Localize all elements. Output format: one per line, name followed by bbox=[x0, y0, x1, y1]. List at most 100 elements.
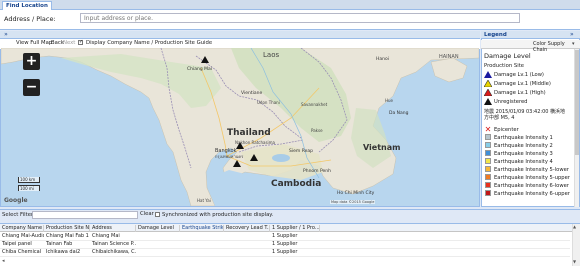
table-cell: Chiang Mai-Audio bbox=[2, 233, 44, 239]
scroll-up-icon[interactable]: ▲ bbox=[573, 224, 576, 229]
map-label-vientiane: Vientiane bbox=[241, 90, 262, 96]
epicenter-cross-icon: ✕ bbox=[484, 125, 492, 134]
table-cell: Chiba Chemical bbox=[2, 249, 42, 255]
table-cell: Ichikawa dai2 bbox=[46, 249, 81, 255]
table-cell: 1 Supplier bbox=[272, 241, 298, 247]
scroll-down-icon[interactable]: ▼ bbox=[573, 259, 576, 264]
filter-input[interactable] bbox=[32, 211, 138, 219]
zoom-out-button[interactable]: − bbox=[23, 79, 40, 96]
table-row[interactable]: Chiba Chemical Ichikawa dai2 Chibaichika… bbox=[0, 249, 570, 257]
next-button[interactable]: Next bbox=[63, 40, 75, 46]
map-label-hat-yai: Hat Yai bbox=[197, 198, 211, 203]
table-row[interactable]: Taipei panel Tainan Fab Tainan Science P… bbox=[0, 241, 570, 249]
legend-item-label: Earthquake Intensity 4 bbox=[494, 159, 553, 165]
legend-item-label: Unregistered bbox=[494, 99, 528, 105]
google-logo: Google bbox=[4, 197, 28, 204]
intensity-swatch bbox=[485, 174, 491, 180]
legend-item-label: Damage Lv.1 (Middle) bbox=[494, 81, 551, 87]
legend-item-label: Damage Lv.1 (High) bbox=[494, 90, 546, 96]
legend-item-label: Epicenter bbox=[494, 127, 519, 133]
sync-label: Synchronized with production site displa… bbox=[162, 212, 274, 218]
column-header-address[interactable]: Address bbox=[90, 225, 136, 232]
column-header-damage[interactable]: Damage Level bbox=[136, 225, 180, 232]
column-header-earthquake[interactable]: Earthquake Strike... bbox=[180, 225, 224, 232]
map-label-ho-chi-minh: Ho Chi Minh City bbox=[337, 190, 375, 196]
map-label-savannakhet: Savannakhet bbox=[301, 102, 328, 107]
table-cell: 1 Supplier bbox=[272, 233, 298, 239]
triangle-black-icon bbox=[484, 98, 492, 105]
legend-item-label: Earthquake Intensity 5-lower bbox=[494, 167, 569, 173]
legend-production-site-label: Production Site bbox=[484, 63, 525, 69]
intensity-swatch bbox=[485, 134, 491, 140]
intensity-swatch bbox=[485, 150, 491, 156]
triangle-red-icon bbox=[484, 89, 492, 96]
map-label-udon-thani: Udon Thani bbox=[257, 100, 280, 105]
intensity-swatch bbox=[485, 142, 491, 148]
chevron-down-icon[interactable]: ▾ bbox=[572, 41, 575, 47]
table-cell: Taipei panel bbox=[2, 241, 32, 247]
tab-find-location[interactable]: Find Location bbox=[2, 1, 52, 10]
legend-item-label: Earthquake Intensity 2 bbox=[494, 143, 553, 149]
sync-checkbox[interactable] bbox=[155, 212, 160, 217]
map-label-hue: Hue bbox=[385, 98, 394, 103]
map-canvas[interactable]: Laos Thailand Cambodia Vietnam HAINAN Ha… bbox=[1, 48, 479, 206]
select-filter-text: Select Filter bbox=[2, 212, 34, 218]
table-cell: Chiang Mai bbox=[92, 233, 120, 239]
table-cell: Chibaichikawa, C... bbox=[92, 249, 136, 255]
table-cell: Tainan Fab bbox=[46, 241, 73, 247]
map-label-pakse: Pakse bbox=[311, 128, 323, 133]
map-label-vietnam: Vietnam bbox=[363, 143, 400, 152]
legend-event-text: 地震 2015/01/09 03:42:00 横浜地方中部 M5, 4 bbox=[484, 109, 566, 121]
map-panel-header bbox=[0, 31, 480, 39]
address-label: Address / Place: bbox=[4, 15, 56, 23]
column-header-supplier[interactable]: 1 Supplier / 1 Pro... bbox=[270, 225, 320, 232]
map-label-siem-reap: Siem Reap bbox=[289, 148, 313, 154]
intensity-swatch bbox=[485, 190, 491, 196]
legend-item-label: Earthquake Intensity 1 bbox=[494, 135, 553, 141]
legend-item-label: Earthquake Intensity 6-lower bbox=[494, 183, 569, 189]
map-label-chiang-mai: Chiang Mai bbox=[187, 66, 212, 72]
map-svg: Laos Thailand Cambodia Vietnam HAINAN Ha… bbox=[1, 48, 479, 206]
column-header-company[interactable]: Company Name bbox=[0, 225, 44, 232]
scale-bar-km: 100 km bbox=[18, 177, 40, 183]
table-row[interactable]: Chiang Mai-Audio Chiang Mai Fab 1 Chiang… bbox=[0, 233, 570, 241]
column-header-site[interactable]: Production Site N... bbox=[44, 225, 90, 232]
table-cell: Chiang Mai Fab 1 bbox=[46, 233, 89, 239]
zoom-in-button[interactable]: + bbox=[23, 53, 40, 70]
display-company-label: Display Company Name / Production Site G… bbox=[86, 40, 213, 46]
clear-button[interactable]: Clear bbox=[140, 211, 154, 217]
display-company-checkbox[interactable] bbox=[78, 39, 83, 45]
tonle-sap-lake bbox=[272, 154, 290, 162]
legend-heading: Damage Level bbox=[484, 52, 531, 60]
intensity-swatch bbox=[485, 158, 491, 164]
legend-item-label: Damage Lv.1 (Low) bbox=[494, 72, 544, 78]
back-button[interactable]: Back bbox=[51, 40, 64, 46]
legend-scrollbar-thumb[interactable] bbox=[575, 50, 579, 155]
chevron-left-icon[interactable]: ◂ bbox=[2, 258, 5, 264]
map-attribution: Map data ©2015 Google bbox=[330, 200, 376, 204]
table-cell: 1 Supplier bbox=[272, 249, 298, 255]
triangle-blue-icon bbox=[484, 71, 492, 78]
map-label-cambodia: Cambodia bbox=[271, 179, 321, 189]
map-label-da-nang: Da Nang bbox=[389, 110, 409, 116]
intensity-swatch bbox=[485, 182, 491, 188]
map-label-thailand: Thailand bbox=[227, 128, 271, 138]
legend-item-label: Earthquake Intensity 6-upper bbox=[494, 191, 570, 197]
column-header-recovery[interactable]: Recovery Lead T... bbox=[224, 225, 270, 232]
map-label-hainan: HAINAN bbox=[439, 54, 459, 60]
map-label-laos: Laos bbox=[263, 51, 279, 59]
map-label-hanoi: Hanoi bbox=[376, 56, 389, 62]
triangle-yellow-icon bbox=[484, 80, 492, 87]
tab-strip bbox=[0, 0, 580, 10]
collapse-left-icon[interactable]: » bbox=[2, 31, 10, 39]
view-full-map-button[interactable]: View Full Map bbox=[16, 40, 52, 46]
scale-bar-mi: 100 mi bbox=[18, 185, 40, 191]
address-input[interactable] bbox=[80, 13, 520, 23]
table-cell: Tainan Science P... bbox=[92, 241, 136, 247]
map-label-phnom-penh: Phnom Penh bbox=[303, 168, 331, 174]
intensity-swatch bbox=[485, 166, 491, 172]
legend-item-label: Earthquake Intensity 5-upper bbox=[494, 175, 570, 181]
legend-item-label: Earthquake Intensity 3 bbox=[494, 151, 553, 157]
legend-title: Legend bbox=[484, 32, 507, 38]
collapse-right-icon[interactable]: » bbox=[570, 31, 574, 38]
